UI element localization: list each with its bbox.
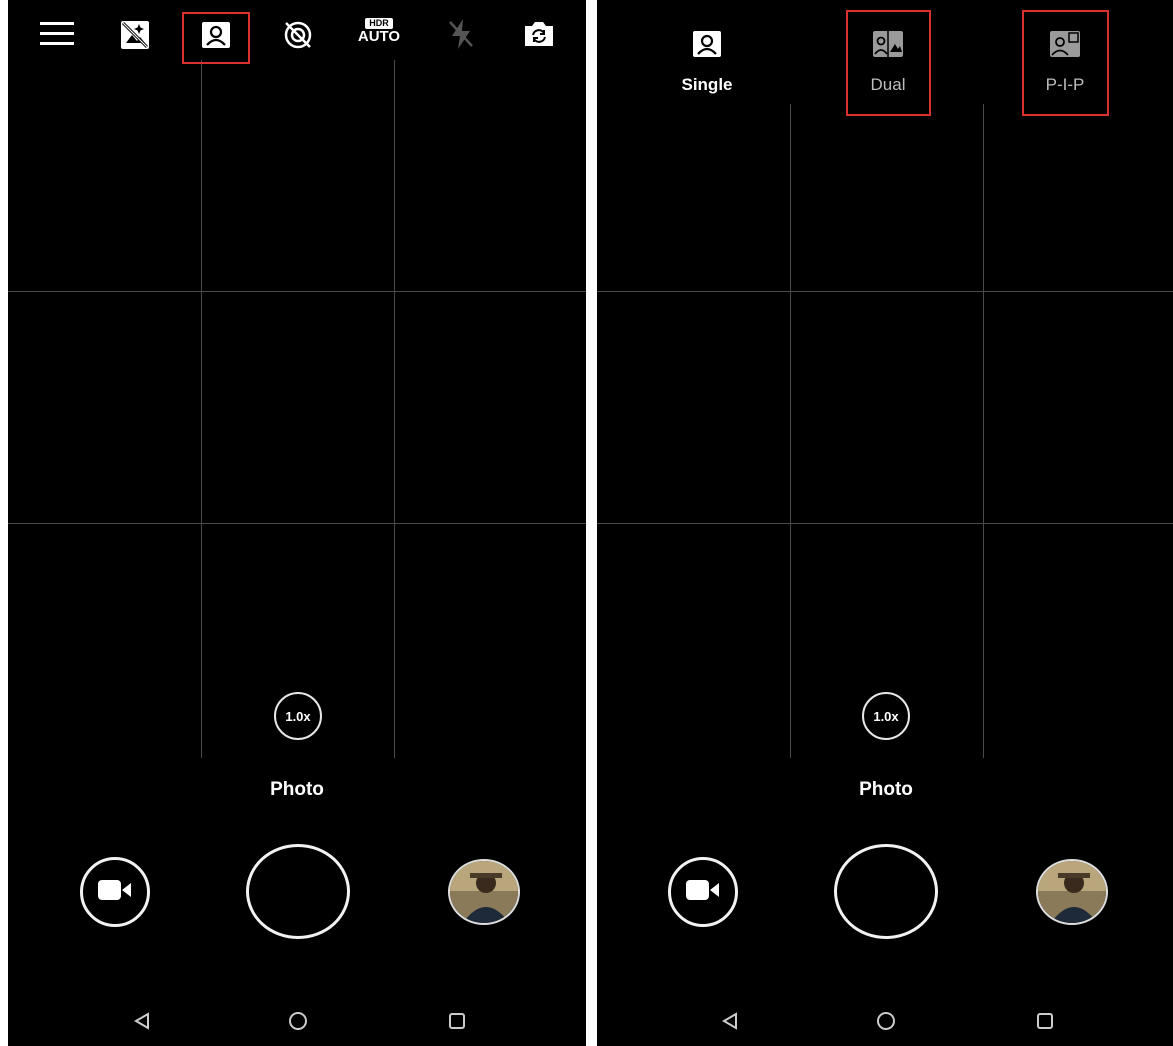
video-camera-icon (686, 879, 720, 906)
video-camera-icon (98, 879, 132, 906)
mode-pip[interactable]: P-I-P (1020, 30, 1110, 95)
dual-icon (872, 30, 904, 63)
gallery-thumbnail[interactable] (448, 859, 520, 925)
gallery-thumbnail[interactable] (1036, 859, 1108, 925)
shutter-button[interactable] (246, 844, 350, 939)
mode-dual-label: Dual (870, 75, 906, 94)
grid-line (8, 291, 586, 292)
grid-line (790, 104, 791, 758)
mode-pip-label: P-I-P (1045, 75, 1085, 94)
nav-back-icon[interactable] (133, 1012, 151, 1035)
nav-recents-icon[interactable] (1036, 1012, 1054, 1035)
hdr-auto-label: AUTO (357, 28, 401, 45)
mode-single[interactable]: Single (662, 30, 752, 95)
portrait-icon[interactable] (201, 21, 231, 49)
mode-dual[interactable]: Dual (843, 30, 933, 95)
nav-home-icon[interactable] (876, 1011, 896, 1036)
mode-label[interactable]: Photo (8, 779, 586, 801)
nav-home-icon[interactable] (288, 1011, 308, 1036)
nav-back-icon[interactable] (721, 1012, 739, 1035)
grid-line (983, 104, 984, 758)
pip-icon (1049, 30, 1081, 63)
flash-off-icon[interactable] (448, 18, 474, 50)
video-mode-button[interactable] (668, 857, 738, 927)
hdr-auto-icon[interactable]: HDR AUTO (357, 18, 401, 45)
grid-line (201, 60, 202, 758)
thumbnail-image (450, 861, 518, 923)
grid-line (8, 523, 586, 524)
mode-single-label: Single (681, 75, 733, 94)
grid-line (394, 60, 395, 758)
switch-camera-icon[interactable] (522, 20, 556, 48)
beauty-off-icon[interactable] (282, 19, 314, 51)
single-portrait-icon (692, 30, 722, 63)
grid-line (597, 291, 1173, 292)
shutter-button[interactable] (834, 844, 938, 939)
filter-off-icon[interactable] (120, 20, 150, 50)
camera-screen-right: Single Dual P-I-P 1.0x Photo (597, 0, 1173, 1046)
video-mode-button[interactable] (80, 857, 150, 927)
zoom-level-button[interactable]: 1.0x (274, 692, 322, 740)
zoom-level-button[interactable]: 1.0x (862, 692, 910, 740)
mode-label[interactable]: Photo (597, 779, 1173, 801)
grid-line (597, 523, 1173, 524)
thumbnail-image (1038, 861, 1106, 923)
nav-recents-icon[interactable] (448, 1012, 466, 1035)
menu-icon[interactable] (40, 20, 74, 48)
camera-screen-left: HDR AUTO 1.0x Photo (8, 0, 586, 1046)
